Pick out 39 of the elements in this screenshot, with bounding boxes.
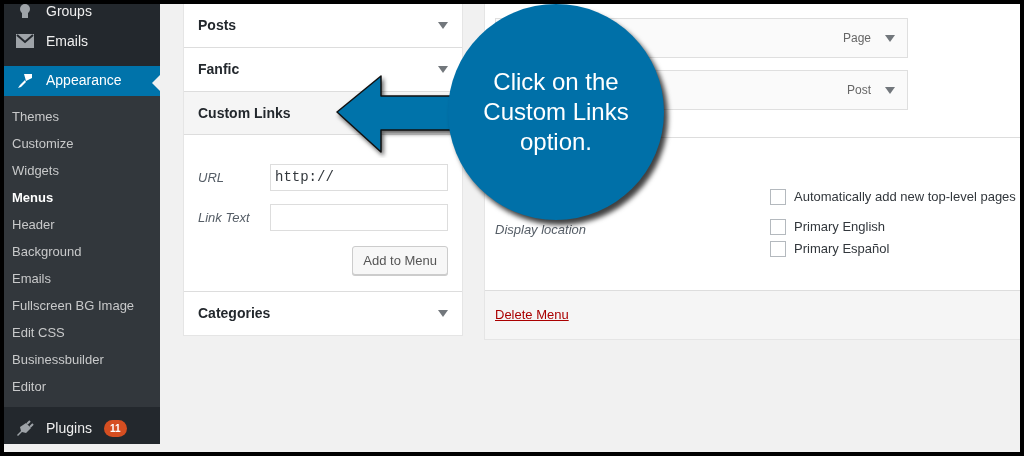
url-field[interactable]: http:// (270, 164, 448, 191)
plug-icon (16, 419, 34, 438)
caret-icon[interactable] (438, 22, 448, 29)
sidebar-menu-item[interactable]: Plugins 11 (4, 413, 160, 444)
item-type: Post (847, 82, 871, 99)
field-label: Link Text (198, 208, 251, 227)
delete-menu-link[interactable]: Delete Menu (495, 305, 569, 325)
caret-icon[interactable] (885, 86, 895, 94)
sidebar-menu-item[interactable]: Appearance (4, 65, 160, 96)
submenu-item[interactable]: Fullscreen BG Image (4, 291, 160, 319)
paintbrush-icon (16, 71, 34, 90)
submenu-item[interactable]: Menus (4, 183, 160, 211)
caret-icon[interactable] (885, 34, 895, 42)
submenu-item[interactable]: Editor (4, 372, 160, 400)
link-text-field[interactable] (270, 204, 448, 231)
checkbox-label: Primary English (794, 218, 886, 237)
submenu-item[interactable]: Businessbuilder (4, 345, 160, 373)
item-type: Page (842, 30, 871, 47)
submenu-item[interactable]: Edit CSS (4, 318, 160, 346)
submenu-item[interactable]: Emails (4, 264, 160, 292)
update-count-badge: 11 (103, 420, 127, 438)
sidebar-menu-item[interactable]: Groups (4, 4, 160, 27)
checkbox-label: Primary Español (794, 240, 890, 259)
field-label: URL (198, 168, 225, 187)
caret-icon[interactable] (438, 310, 448, 317)
checkbox[interactable] (770, 241, 786, 257)
submenu-item[interactable]: Customize (4, 129, 160, 157)
submenu-item[interactable]: Background (4, 237, 160, 265)
add-to-menu-button[interactable]: Add to Menu (352, 246, 448, 275)
sidebar-menu-item[interactable]: Emails (4, 26, 160, 57)
submenu-item[interactable]: Widgets (4, 156, 160, 184)
settings-label: Display location (495, 222, 587, 237)
submenu-item[interactable]: Themes (4, 102, 160, 130)
submenu-item[interactable]: Header (4, 210, 160, 238)
checkbox[interactable] (770, 189, 786, 205)
caret-icon[interactable] (438, 66, 448, 73)
envelope-icon (16, 34, 34, 49)
checkbox[interactable] (770, 219, 786, 235)
checkbox-label: Automatically add new top-level pages (794, 188, 1016, 207)
